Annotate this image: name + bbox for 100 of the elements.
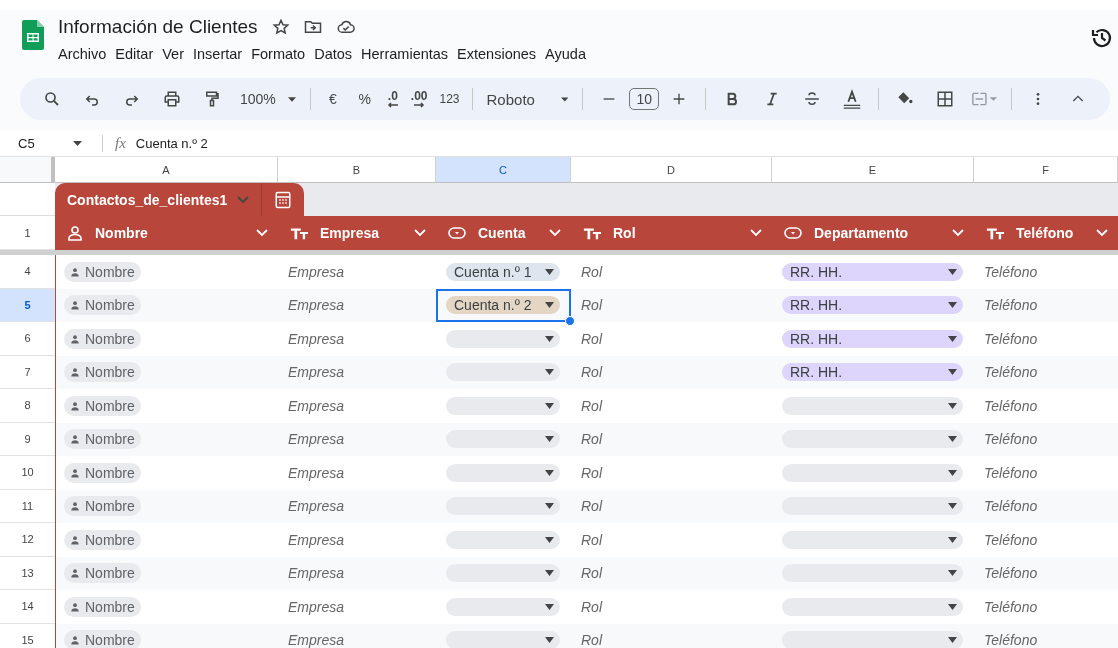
font-size-field[interactable]: 10 — [629, 88, 660, 110]
person-chip[interactable]: Nombre — [64, 328, 141, 349]
person-chip[interactable]: Nombre — [64, 496, 141, 517]
cloud-check-icon[interactable] — [335, 18, 356, 36]
menu-item[interactable]: Datos — [314, 43, 362, 65]
table-cell-text: Teléfono — [983, 431, 1038, 448]
dropdown-arrow-icon — [948, 570, 957, 577]
dropdown-arrow-icon — [545, 335, 554, 342]
person-chip[interactable]: Nombre — [64, 261, 141, 282]
zoom-dropdown[interactable]: 100% — [232, 84, 304, 114]
person-icon — [70, 467, 80, 478]
spreadsheet-logo-icon[interactable] — [22, 20, 44, 50]
chevron-down-icon — [237, 195, 250, 204]
borders-icon[interactable] — [936, 90, 954, 108]
field-header[interactable]: Nombre — [55, 216, 278, 250]
column-header[interactable]: B — [278, 157, 436, 183]
chevron-down-icon — [750, 229, 762, 237]
menu-item[interactable]: Archivo — [58, 43, 116, 65]
dropdown-chip[interactable]: RR. HH. — [782, 262, 963, 281]
person-chip[interactable]: Nombre — [64, 563, 141, 584]
chevron-down-icon — [549, 229, 561, 237]
dropdown-arrow-icon — [545, 603, 554, 610]
person-icon — [70, 534, 80, 545]
person-chip[interactable]: Nombre — [64, 529, 141, 550]
move-folder-icon[interactable] — [303, 18, 322, 36]
history-icon[interactable] — [1090, 26, 1114, 50]
column-header[interactable]: C — [436, 157, 571, 183]
person-icon — [70, 501, 80, 512]
name-box[interactable]: C5 — [18, 135, 35, 151]
person-chip[interactable]: Nombre — [64, 395, 141, 416]
table-menu-button[interactable] — [262, 183, 305, 216]
dropdown-arrow-icon — [287, 96, 296, 102]
dropdown-arrow-icon — [948, 469, 957, 476]
table-cell-text: Teléfono — [983, 263, 1038, 280]
menu-item[interactable]: Insertar — [193, 43, 252, 65]
document-title[interactable]: Información de Clientes — [58, 16, 258, 38]
column-header[interactable]: A — [55, 157, 278, 183]
table-cell-text: Rol — [580, 330, 602, 347]
percent-button[interactable]: % — [348, 84, 381, 114]
table-cell-text: Teléfono — [983, 364, 1038, 381]
table-cell-text: Rol — [580, 498, 602, 515]
table-cell-text: Rol — [580, 598, 602, 615]
table-cell-text: Empresa — [287, 598, 345, 615]
table-cell-text: Empresa — [287, 364, 345, 381]
table-cell-text: Rol — [580, 464, 602, 481]
decrease-decimals-button[interactable]: .0 — [380, 90, 405, 108]
table-cell-text: Empresa — [287, 397, 345, 414]
column-header[interactable]: F — [974, 157, 1118, 183]
dropdown-chip[interactable]: Cuenta n.º 2 — [446, 296, 560, 315]
menu-item[interactable]: Herramientas — [361, 43, 458, 65]
dropdown-arrow-icon — [948, 335, 957, 342]
dropdown-chip[interactable]: Cuenta n.º 1 — [446, 262, 560, 281]
text-type-icon — [290, 226, 308, 240]
currency-button[interactable]: € — [316, 84, 349, 114]
search-icon[interactable] — [43, 90, 61, 108]
dropdown-arrow-icon — [948, 603, 957, 610]
field-header[interactable]: Teléfono — [974, 216, 1118, 250]
dropdown-arrow-icon — [948, 402, 957, 409]
dropdown-chip[interactable]: RR. HH. — [782, 329, 963, 348]
dropdown-arrow-icon[interactable] — [73, 140, 82, 146]
column-header[interactable]: E — [772, 157, 974, 183]
field-header[interactable]: Cuenta — [436, 216, 571, 250]
field-header[interactable]: Empresa — [278, 216, 436, 250]
table-cell-text: Empresa — [287, 464, 345, 481]
merge-cells-icon[interactable] — [971, 91, 999, 107]
row-number[interactable]: 5 — [0, 288, 55, 322]
person-chip[interactable]: Nombre — [64, 630, 141, 648]
menu-item[interactable]: Extensiones — [457, 43, 546, 65]
print-icon[interactable] — [163, 90, 181, 108]
menu-item[interactable]: Editar — [115, 43, 163, 65]
field-header[interactable]: Rol — [571, 216, 772, 250]
person-chip[interactable]: Nombre — [64, 462, 141, 483]
menu-item[interactable]: Ayuda — [545, 43, 595, 65]
table-cell-text: Teléfono — [983, 498, 1038, 515]
menu-item[interactable]: Formato — [251, 43, 315, 65]
star-icon[interactable] — [271, 18, 290, 36]
table-cell-text: Rol — [580, 364, 602, 381]
font-dropdown[interactable]: Roboto — [478, 84, 577, 114]
field-header[interactable]: Departamento — [772, 216, 974, 250]
chevron-down-icon — [256, 229, 268, 237]
row-header — [0, 183, 55, 216]
number-format-button[interactable]: 123 — [433, 84, 466, 114]
formula-field[interactable]: Cuenta n.º 2 — [135, 135, 208, 151]
paint-roller-icon[interactable] — [203, 90, 221, 108]
person-chip[interactable]: Nombre — [64, 295, 141, 316]
table-cell-text: Teléfono — [983, 464, 1038, 481]
dropdown-chip[interactable]: RR. HH. — [782, 363, 963, 382]
dropdown-chip[interactable]: RR. HH. — [782, 296, 963, 315]
strikethrough-icon[interactable] — [803, 90, 822, 108]
table-cell-text: Empresa — [287, 431, 345, 448]
table-name-tab[interactable]: Contactos_de_clientes1 — [55, 183, 263, 216]
increase-decimals-button[interactable]: .00 — [404, 90, 434, 108]
person-chip[interactable]: Nombre — [64, 429, 141, 450]
table-cell-text: Teléfono — [983, 397, 1038, 414]
menu-item[interactable]: Ver — [162, 43, 193, 65]
table-cell-text: Empresa — [287, 531, 345, 548]
column-header[interactable]: D — [571, 157, 772, 183]
chevron-down-icon — [1096, 229, 1108, 237]
person-chip[interactable]: Nombre — [64, 362, 141, 383]
person-chip[interactable]: Nombre — [64, 596, 141, 617]
